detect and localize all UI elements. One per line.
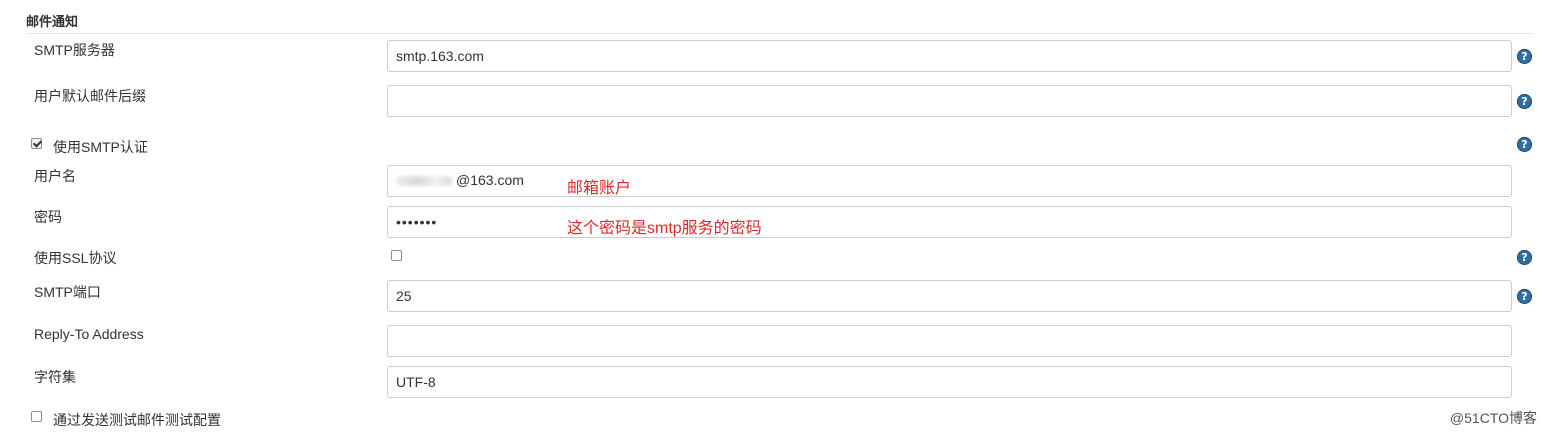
default-suffix-input[interactable] <box>387 85 1512 117</box>
section-title: 邮件通知 <box>26 14 79 29</box>
username-input[interactable]: @163.com <box>387 165 1512 197</box>
default-suffix-label: 用户默认邮件后缀 <box>34 88 146 104</box>
reply-to-input[interactable] <box>387 325 1512 357</box>
help-icon[interactable]: ? <box>1517 289 1532 304</box>
test-config-checkbox[interactable] <box>31 411 42 422</box>
test-config-label: 通过发送测试邮件测试配置 <box>53 412 221 428</box>
help-icon[interactable]: ? <box>1517 250 1532 265</box>
use-smtp-auth-checkbox[interactable] <box>31 138 42 149</box>
use-ssl-label: 使用SSL协议 <box>34 250 117 266</box>
section-divider <box>26 33 1534 34</box>
redacted-username <box>396 176 452 187</box>
charset-label: 字符集 <box>34 369 76 385</box>
use-smtp-auth-label: 使用SMTP认证 <box>53 139 148 155</box>
smtp-server-label: SMTP服务器 <box>34 42 115 58</box>
charset-input[interactable]: UTF-8 <box>387 366 1512 398</box>
smtp-server-input[interactable]: smtp.163.com <box>387 40 1512 72</box>
username-value: @163.com <box>456 172 524 188</box>
password-label: 密码 <box>34 209 62 225</box>
smtp-server-value: smtp.163.com <box>396 48 484 64</box>
help-icon[interactable]: ? <box>1517 94 1532 109</box>
username-label: 用户名 <box>34 168 76 184</box>
smtp-port-label: SMTP端口 <box>34 284 101 300</box>
password-annotation: 这个密码是smtp服务的密码 <box>567 220 762 237</box>
help-icon[interactable]: ? <box>1517 49 1532 64</box>
smtp-port-value: 25 <box>396 288 412 304</box>
watermark: @51CTO博客 <box>1449 410 1537 426</box>
charset-value: UTF-8 <box>396 374 436 390</box>
password-input[interactable]: ••••••• <box>387 206 1512 238</box>
smtp-port-input[interactable]: 25 <box>387 280 1512 312</box>
use-ssl-checkbox[interactable] <box>391 250 402 261</box>
help-icon[interactable]: ? <box>1517 137 1532 152</box>
reply-to-label: Reply-To Address <box>34 326 144 342</box>
password-value: ••••••• <box>396 214 438 230</box>
username-annotation: 邮箱账户 <box>567 180 632 197</box>
